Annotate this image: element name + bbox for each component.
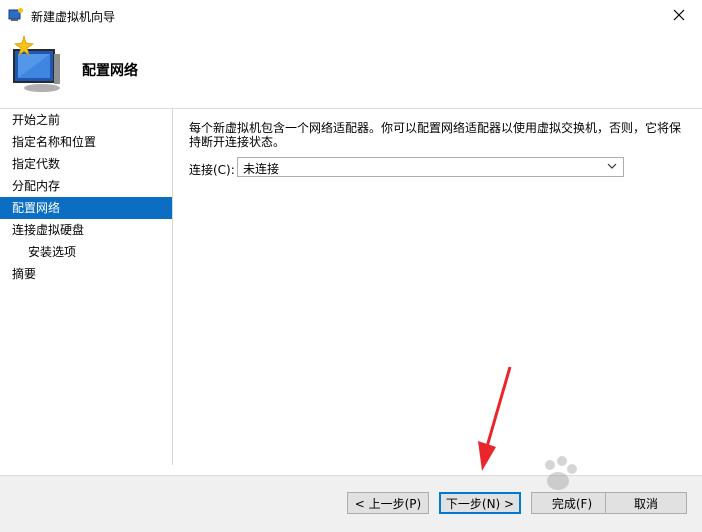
watermark [540, 455, 690, 515]
annotation-arrow-icon [478, 366, 512, 471]
window-titlebar: 新建虚拟机向导 [0, 0, 702, 30]
connection-value: 未连接 [243, 162, 280, 176]
hyperv-app-icon [8, 8, 23, 21]
network-description: 每个新虚拟机包含一个网络适配器。你可以配置网络适配器以使用虚拟交换机，否则，它将… [189, 121, 682, 149]
sidebar-item-virtual-disk[interactable]: 连接虚拟硬盘 [0, 219, 172, 241]
next-button[interactable]: 下一步(N) > [439, 492, 521, 514]
sidebar-item-generation[interactable]: 指定代数 [0, 153, 172, 175]
chevron-down-icon [607, 163, 617, 169]
connection-select[interactable]: 未连接 [237, 157, 624, 177]
window-title: 新建虚拟机向导 [31, 10, 116, 24]
connection-label: 连接(C): [189, 163, 235, 177]
sidebar-item-name-location[interactable]: 指定名称和位置 [0, 131, 172, 153]
wizard-content: 每个新虚拟机包含一个网络适配器。你可以配置网络适配器以使用虚拟交换机，否则，它将… [173, 109, 702, 465]
wizard-steps-sidebar: 开始之前 指定名称和位置 指定代数 分配内存 配置网络 连接虚拟硬盘 安装选项 … [0, 109, 173, 465]
sidebar-item-networking[interactable]: 配置网络 [0, 197, 172, 219]
close-button[interactable] [656, 0, 702, 30]
paw-logo-icon [545, 456, 577, 490]
page-title: 配置网络 [82, 63, 138, 79]
sidebar-item-summary[interactable]: 摘要 [0, 263, 172, 285]
sidebar-item-before-you-begin[interactable]: 开始之前 [0, 109, 172, 131]
virtual-machine-icon [13, 34, 60, 92]
previous-button[interactable]: < 上一步(P) [347, 492, 429, 514]
sidebar-item-install-options[interactable]: 安装选项 [0, 241, 172, 263]
wizard-header: 配置网络 [0, 30, 702, 109]
sidebar-item-memory[interactable]: 分配内存 [0, 175, 172, 197]
close-icon [673, 9, 685, 21]
